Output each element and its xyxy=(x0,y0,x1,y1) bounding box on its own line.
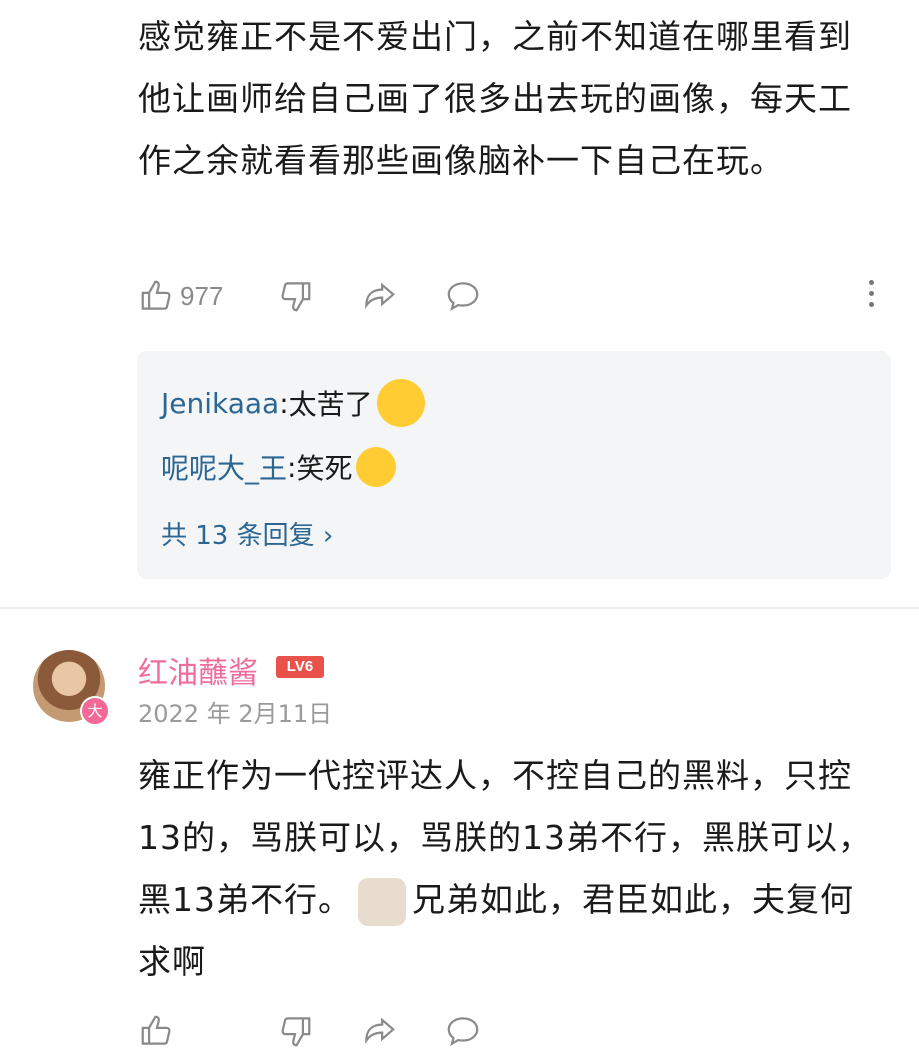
comment-bubble-icon xyxy=(447,1017,479,1046)
reply-button[interactable] xyxy=(444,277,482,315)
comment-actions xyxy=(138,1012,919,1052)
avatar-badge: 大 xyxy=(80,696,110,726)
crying-laugh-emoji-icon xyxy=(376,379,425,427)
like-button[interactable]: 977 xyxy=(138,277,223,315)
grinning-squint-emoji-icon xyxy=(356,447,397,487)
like-button[interactable] xyxy=(138,1012,176,1050)
share-button[interactable] xyxy=(360,1012,398,1050)
comment-actions: 977 xyxy=(138,277,919,317)
dog-emoji-icon xyxy=(358,877,406,926)
thumbs-up-icon xyxy=(141,280,171,310)
share-arrow-icon xyxy=(365,1017,395,1045)
thumbs-down-icon xyxy=(281,282,311,312)
like-count: 977 xyxy=(180,280,224,311)
replies-preview[interactable]: Jenikaaa : 太苦了 呢呢大_王 : 笑死 共 13 条回复 › xyxy=(137,351,891,579)
reply-button[interactable] xyxy=(444,1012,482,1050)
reply-text: 太苦了 xyxy=(288,388,373,421)
dislike-button[interactable] xyxy=(276,277,314,315)
thumbs-up-icon xyxy=(141,1015,171,1045)
divider xyxy=(0,607,919,609)
comment-bubble-icon xyxy=(447,282,479,311)
level-badge: LV6 xyxy=(276,656,324,678)
share-button[interactable] xyxy=(360,277,398,315)
more-options-icon[interactable] xyxy=(864,280,878,314)
reply-username[interactable]: Jenikaaa xyxy=(161,387,279,420)
reply-item[interactable]: 呢呢大_王 : 笑死 xyxy=(161,447,397,487)
reply-username[interactable]: 呢呢大_王 xyxy=(161,447,287,487)
thumbs-down-icon xyxy=(281,1017,311,1047)
share-arrow-icon xyxy=(365,282,395,310)
dislike-button[interactable] xyxy=(276,1012,314,1050)
comment-text: 感觉雍正不是不爱出门，之前不知道在哪里看到他让画师给自己画了很多出去玩的画像，每… xyxy=(138,17,852,180)
comment-username[interactable]: 红油蘸酱 xyxy=(138,648,258,692)
view-all-replies-link[interactable]: 共 13 条回复 › xyxy=(161,515,333,552)
reply-item[interactable]: Jenikaaa : 太苦了 xyxy=(161,379,425,427)
comment-date: 2022 年 2月11日 xyxy=(138,700,333,728)
comment-text: 雍正作为一代控评达人，不控自己的黑料，只控13的，骂朕可以，骂朕的13弟不行，黑… xyxy=(138,756,872,981)
reply-text: 笑死 xyxy=(296,452,353,485)
